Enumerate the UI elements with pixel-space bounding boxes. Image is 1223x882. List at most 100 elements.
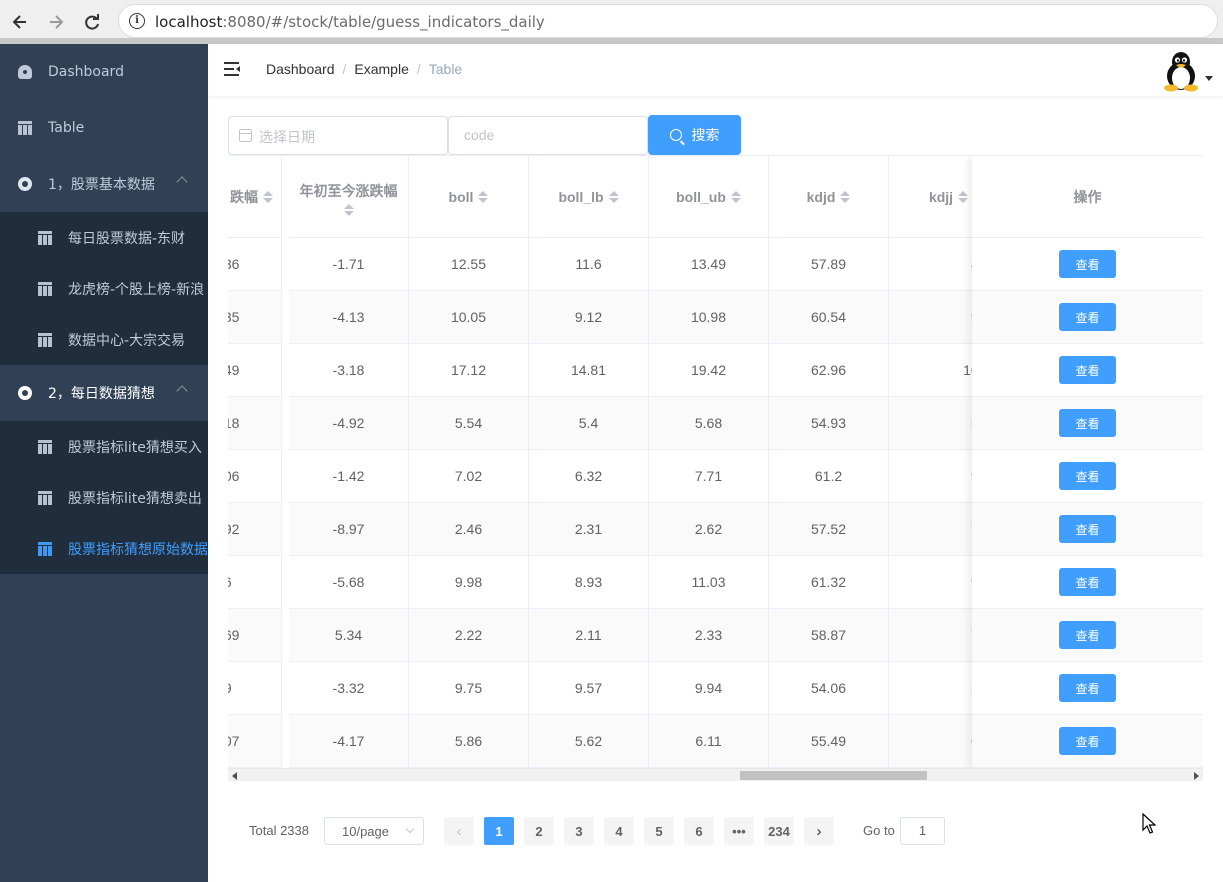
code-input[interactable]: code xyxy=(448,116,648,155)
column-header[interactable]: boll_lb xyxy=(529,156,648,238)
goto-label: Go to xyxy=(863,823,895,838)
view-button[interactable]: 查看 xyxy=(1059,621,1116,649)
submenu-basic-data: 每日股票数据-东财 龙虎榜-个股上榜-新浪 数据中心-大宗交易 xyxy=(0,212,208,365)
column-header[interactable]: boll xyxy=(409,156,528,238)
sort-icon[interactable] xyxy=(840,190,851,204)
column-header[interactable]: boll_ub xyxy=(649,156,768,238)
view-button[interactable]: 查看 xyxy=(1059,356,1116,384)
table-cell: 19.42 xyxy=(649,344,768,397)
hamburger-icon[interactable] xyxy=(224,62,241,76)
table-cell: 9.94 xyxy=(649,662,768,715)
table-cell: 17.12 xyxy=(409,344,528,397)
avatar[interactable] xyxy=(1161,50,1201,92)
back-button[interactable] xyxy=(9,11,31,33)
column-header[interactable]: 年初至今涨跌幅 xyxy=(289,156,408,238)
column-header-label: 年初至今涨跌幅 xyxy=(299,182,398,199)
sidebar-item-daily-stock[interactable]: 每日股票数据-东财 xyxy=(0,212,208,263)
table-icon xyxy=(38,541,52,556)
sidebar-item-dashboard[interactable]: Dashboard xyxy=(0,44,208,100)
scroll-left-icon[interactable] xyxy=(232,772,237,780)
calendar-icon xyxy=(239,129,252,142)
page-number-button[interactable]: 6 xyxy=(684,817,714,845)
breadcrumb: Dashboard / Example / Table xyxy=(266,61,462,77)
page-number-button[interactable]: 234 xyxy=(764,817,794,845)
date-picker[interactable]: 选择日期 xyxy=(228,116,448,155)
view-button[interactable]: 查看 xyxy=(1059,250,1116,278)
table-column: boll_lb 11.6 9.12 14.81 5.4 6.32 2.31 8.93 2.11 9… xyxy=(529,156,649,768)
table-cell: 57.52 xyxy=(769,503,888,556)
sidebar-group-label: 2，每日数据猜想 xyxy=(48,386,155,402)
info-icon[interactable]: i xyxy=(129,13,145,29)
table-column: 年初至今涨跌幅 -1.71 -4.13 -3.18 -4.92 -1.42 -8.97 -5.… xyxy=(289,156,409,768)
sidebar-item-lite-buy[interactable]: 股票指标lite猜想买入 xyxy=(0,421,208,472)
sort-icon[interactable] xyxy=(608,190,619,204)
sidebar-group-basic-data[interactable]: 1，股票基本数据 xyxy=(0,156,208,212)
search-icon xyxy=(669,129,682,141)
view-button[interactable]: 查看 xyxy=(1059,462,1116,490)
sort-icon[interactable] xyxy=(263,190,273,204)
sidebar-item-label: Dashboard xyxy=(48,64,124,80)
sidebar-item-block-trade[interactable]: 数据中心-大宗交易 xyxy=(0,314,208,365)
scrollbar-thumb[interactable] xyxy=(740,771,927,780)
page-number-button[interactable]: 4 xyxy=(604,817,634,845)
goto-page-input[interactable]: 1 xyxy=(900,817,945,845)
view-button[interactable]: 查看 xyxy=(1059,409,1116,437)
view-button[interactable]: 查看 xyxy=(1059,674,1116,702)
table-cell: 5.54 xyxy=(409,397,528,450)
scroll-right-icon[interactable] xyxy=(1194,772,1199,780)
view-button[interactable]: 查看 xyxy=(1059,515,1116,543)
sidebar-item-raw-indicators[interactable]: 股票指标猜想原始数据 xyxy=(0,523,208,574)
view-button[interactable]: 查看 xyxy=(1059,568,1116,596)
reload-button[interactable] xyxy=(81,11,103,33)
action-cell: 查看 xyxy=(972,609,1203,662)
sort-icon[interactable] xyxy=(478,190,489,204)
caret-down-icon[interactable] xyxy=(1205,76,1213,81)
page-number-button[interactable]: 2 xyxy=(524,817,554,845)
sidebar-item-dragon-tiger[interactable]: 龙虎榜-个股上榜-新浪 xyxy=(0,263,208,314)
horizontal-scrollbar[interactable] xyxy=(228,768,1203,781)
sort-icon[interactable] xyxy=(343,203,354,217)
table-column: kdjd 57.89 60.54 62.96 54.93 61.2 57.52 61.32 58… xyxy=(769,156,889,768)
prev-page-button[interactable]: ‹ xyxy=(444,817,474,845)
table-cell: 10.05 xyxy=(409,291,528,344)
table-cell: -3.32 xyxy=(289,662,408,715)
table-cell: .69 xyxy=(228,609,281,662)
table-cell: 54.06 xyxy=(769,662,888,715)
data-table: 跌幅 .36.35.49.18.06.92.6.69.9.07 年初至今涨跌幅 -1.… xyxy=(228,155,1203,781)
chevron-up-icon xyxy=(176,176,188,188)
breadcrumb-dashboard[interactable]: Dashboard xyxy=(266,61,335,77)
sidebar-group-daily-guess[interactable]: 2，每日数据猜想 xyxy=(0,365,208,421)
table-cell: 2.31 xyxy=(529,503,648,556)
more-pages-button[interactable]: ••• xyxy=(724,817,754,845)
breadcrumb-example[interactable]: Example xyxy=(354,61,408,77)
table-cell: .36 xyxy=(228,238,281,291)
sort-icon[interactable] xyxy=(958,190,969,204)
table-icon xyxy=(38,490,52,505)
column-header[interactable]: kdjd xyxy=(769,156,888,238)
page-number-button[interactable]: 5 xyxy=(644,817,674,845)
sidebar-item-table[interactable]: Table xyxy=(0,100,208,156)
breadcrumb-separator: / xyxy=(416,61,421,77)
pagination-total: Total 2338 xyxy=(249,823,309,838)
search-button-label: 搜索 xyxy=(691,128,720,144)
forward-button[interactable] xyxy=(45,11,67,33)
fixed-action-column: 操作 查看 查看 查看 查看 查看 查看 查看 查看 查看 查看 xyxy=(972,156,1203,768)
mouse-cursor-icon xyxy=(1142,813,1156,834)
search-button[interactable]: 搜索 xyxy=(648,115,741,155)
sidebar: Dashboard Table 1，股票基本数据 每日股票数据-东财 龙虎榜-个… xyxy=(0,44,208,882)
table-cell: -5.68 xyxy=(289,556,408,609)
table-cell: 6.32 xyxy=(529,450,648,503)
column-header[interactable]: 跌幅 xyxy=(228,156,281,238)
view-button[interactable]: 查看 xyxy=(1059,303,1116,331)
page-number-button[interactable]: 3 xyxy=(564,817,594,845)
page-number-button[interactable]: 1 xyxy=(484,817,514,845)
table-cell: .92 xyxy=(228,503,281,556)
address-bar[interactable]: i localhost:8080/#/stock/table/guess_ind… xyxy=(118,4,1218,38)
view-button[interactable]: 查看 xyxy=(1059,727,1116,755)
page-size-select[interactable]: 10/page xyxy=(324,817,424,845)
sort-icon[interactable] xyxy=(730,190,741,204)
table-icon xyxy=(38,230,52,245)
sidebar-item-lite-sell[interactable]: 股票指标lite猜想卖出 xyxy=(0,472,208,523)
next-page-button[interactable]: › xyxy=(804,817,834,845)
table-cell: 5.34 xyxy=(289,609,408,662)
